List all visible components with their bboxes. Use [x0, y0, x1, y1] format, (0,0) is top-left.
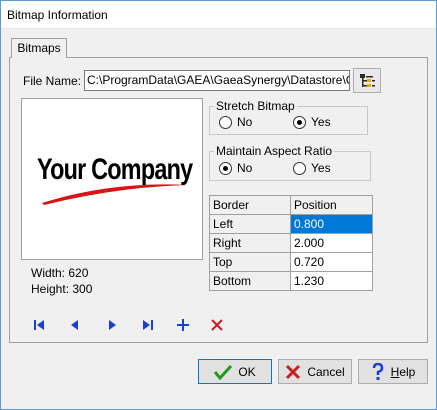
cancel-button[interactable]: Cancel [278, 359, 352, 384]
bitmap-width: Width: 620 [31, 266, 89, 280]
title-bar[interactable]: Bitmap Information [1, 1, 436, 29]
position-cell[interactable]: 1.230 [290, 271, 373, 291]
file-name-label: File Name: [23, 74, 82, 88]
table-row: Top 0.720 [209, 252, 373, 272]
stretch-yes-label: Yes [311, 115, 331, 129]
column-header-border: Border [209, 195, 291, 215]
position-cell[interactable]: 2.000 [290, 233, 373, 253]
cancel-x-icon [286, 364, 301, 379]
next-record-icon [109, 320, 116, 330]
next-record-button[interactable] [101, 314, 123, 336]
folder-tree-icon [360, 74, 375, 87]
ok-label: OK [238, 364, 256, 379]
border-cell: Left [209, 214, 291, 234]
add-record-icon [177, 319, 189, 331]
delete-record-button[interactable] [206, 314, 228, 336]
add-record-button[interactable] [172, 314, 194, 336]
first-record-button[interactable] [28, 314, 50, 336]
aspect-yes-radio[interactable] [293, 161, 306, 175]
company-logo-text: Your Company [37, 153, 193, 186]
table-row: Right 2.000 [209, 233, 373, 253]
stretch-bitmap-legend: Stretch Bitmap [216, 99, 295, 113]
stretch-no-radio[interactable] [219, 115, 232, 129]
aspect-yes-label: Yes [311, 161, 331, 175]
cancel-label: Cancel [307, 364, 345, 379]
border-cell: Top [209, 252, 291, 272]
checkmark-icon [214, 364, 233, 380]
bitmap-preview: Your Company [21, 98, 203, 260]
stretch-no-label: No [237, 115, 253, 129]
last-record-button[interactable] [137, 314, 159, 336]
stretch-yes-option[interactable]: Yes [293, 115, 331, 129]
file-name-input[interactable]: C:\ProgramData\GAEA\GaeaSynergy\Datastor… [84, 70, 350, 91]
aspect-no-label: No [237, 161, 253, 175]
stretch-no-option[interactable]: No [219, 115, 252, 129]
aspect-yes-option[interactable]: Yes [293, 161, 331, 175]
bitmap-information-window: Bitmap Information Bitmaps File Name: C:… [0, 0, 437, 410]
position-cell[interactable]: 0.720 [290, 252, 373, 272]
table-row: Left 0.800 [209, 214, 373, 234]
border-position-table: Border Position Left 0.800 Right 2.000 T… [209, 195, 373, 291]
last-record-icon [143, 320, 153, 330]
tab-bitmaps[interactable]: Bitmaps [11, 38, 67, 58]
help-button[interactable]: Help [358, 359, 428, 384]
position-cell[interactable]: 0.800 [290, 214, 373, 234]
border-cell: Right [209, 233, 291, 253]
bitmap-height: Height: 300 [31, 282, 93, 296]
aspect-no-option[interactable]: No [219, 161, 252, 175]
browse-file-button[interactable] [353, 68, 381, 93]
delete-record-icon [211, 319, 223, 331]
border-cell: Bottom [209, 271, 291, 291]
window-title: Bitmap Information [7, 8, 108, 22]
stretch-yes-radio[interactable] [293, 115, 306, 129]
help-label: Help [390, 364, 416, 379]
first-record-icon [34, 320, 44, 330]
aspect-no-radio[interactable] [219, 161, 232, 175]
table-header-row: Border Position [209, 195, 373, 215]
maintain-aspect-legend: Maintain Aspect Ratio [216, 144, 333, 158]
previous-record-icon [71, 320, 78, 330]
help-question-icon [372, 362, 383, 380]
table-row: Bottom 1.230 [209, 271, 373, 291]
ok-button[interactable]: OK [198, 359, 272, 384]
column-header-position: Position [290, 195, 373, 215]
previous-record-button[interactable] [64, 314, 86, 336]
